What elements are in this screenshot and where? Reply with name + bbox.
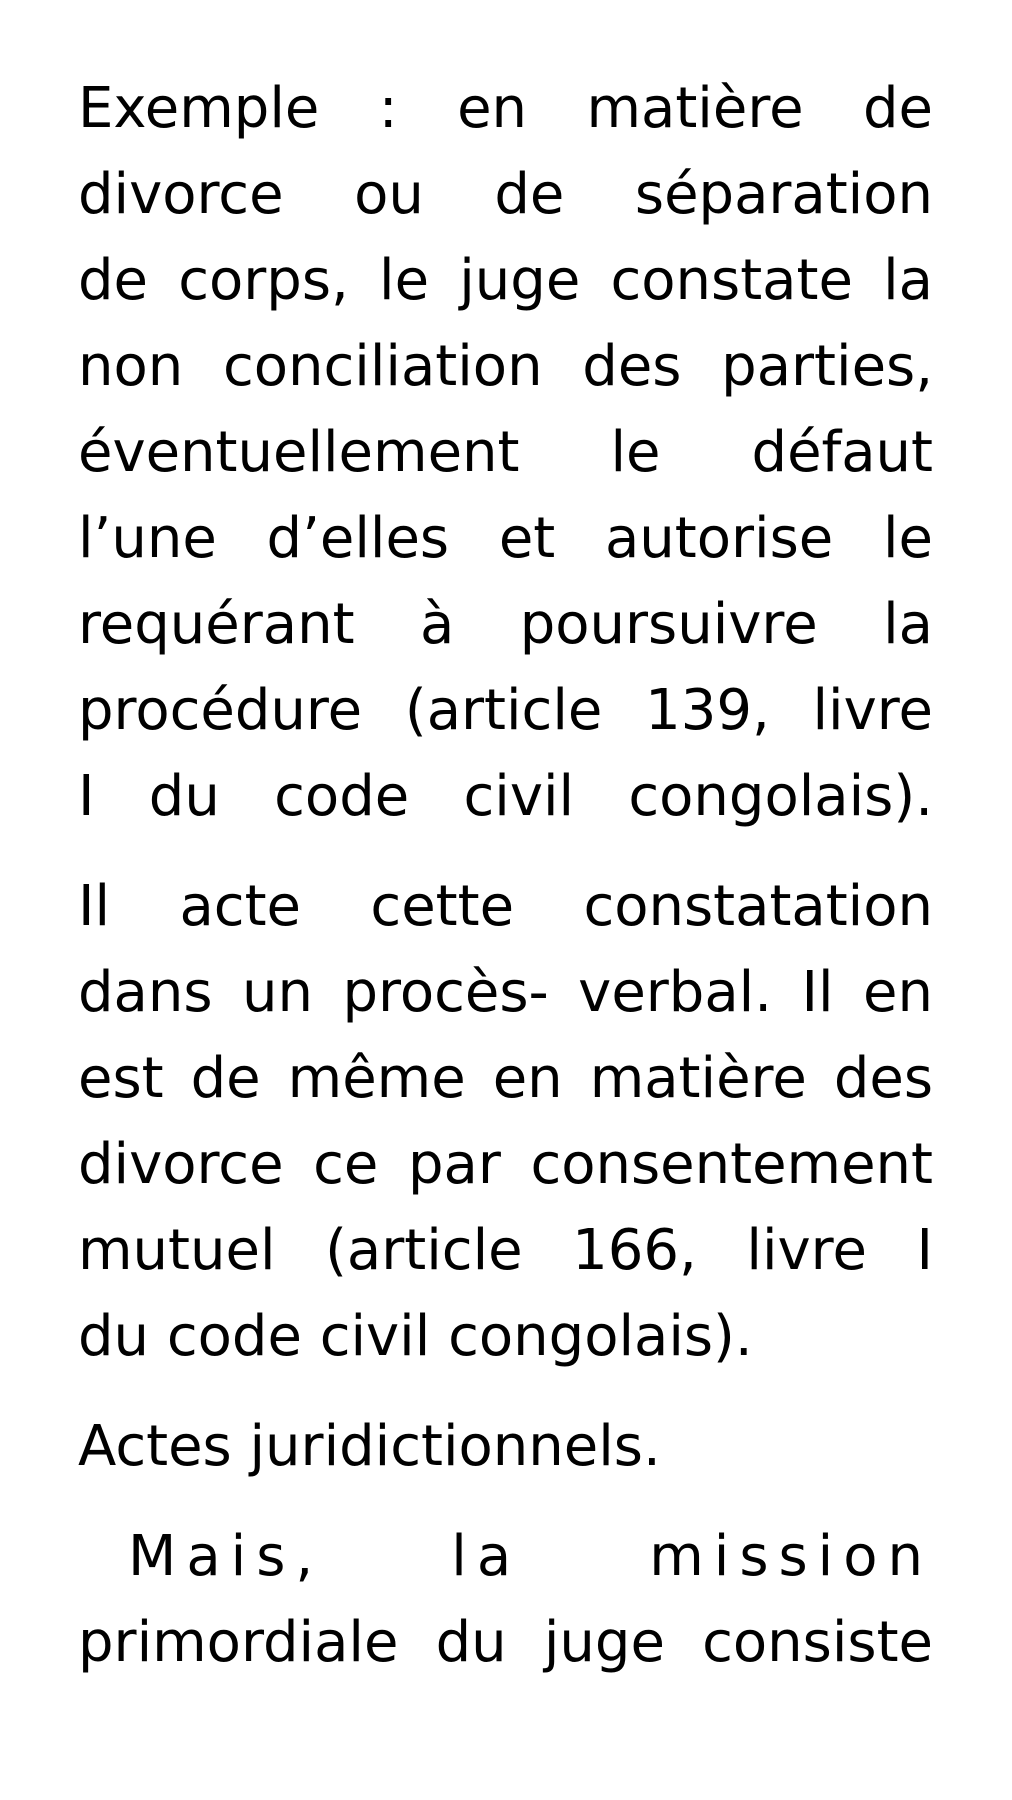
text-line: Mais, la mission <box>128 1524 933 1589</box>
paragraph-proces-verbal: Il acte cette constatation dans un procè… <box>78 864 933 1380</box>
text-line: Il acte cette constatation <box>78 874 933 939</box>
text-line: de corps, le juge constate la <box>78 248 933 313</box>
text-line: l’une d’elles et autorise le <box>78 506 933 571</box>
text-line: I du code civil congolais). <box>78 764 933 829</box>
text-line: est de même en matière des <box>78 1046 933 1111</box>
heading-line: Actes juridictionnels. <box>78 1414 661 1479</box>
text-line: divorce ce par consentement <box>78 1132 933 1197</box>
text-line: procédure (article 139, livre <box>78 678 933 743</box>
document-page: Exemple : en matière de divorce ou de sé… <box>78 66 933 1686</box>
text-line: Exemple : en matière de <box>78 76 933 141</box>
section-heading-actes-juridictionnels: Actes juridictionnels. <box>78 1404 933 1490</box>
text-line: dans un procès- verbal. Il en <box>78 960 933 1025</box>
text-line: éventuellement le défaut <box>78 420 933 485</box>
text-line: du code civil congolais). <box>78 1304 753 1369</box>
text-line: primordiale du juge consiste <box>78 1610 933 1675</box>
text-line: non conciliation des parties, <box>78 334 933 399</box>
paragraph-mission-juge: Mais, la mission primordiale du juge con… <box>78 1514 933 1686</box>
paragraph-example-divorce: Exemple : en matière de divorce ou de sé… <box>78 66 933 840</box>
text-line: requérant à poursuivre la <box>78 592 933 657</box>
text-line: divorce ou de séparation <box>78 162 933 227</box>
text-line: mutuel (article 166, livre I <box>78 1218 933 1283</box>
